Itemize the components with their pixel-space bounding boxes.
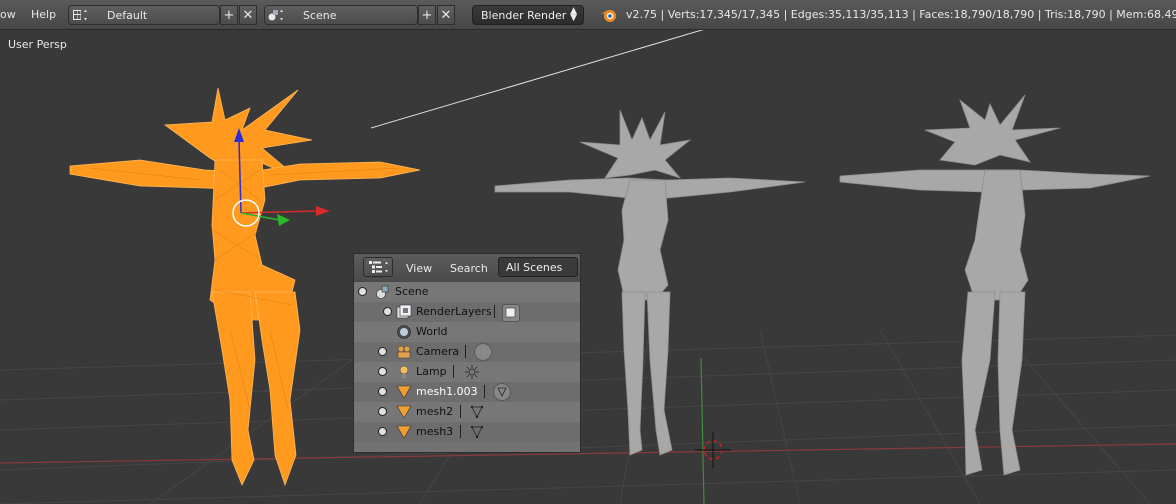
outliner-row-world[interactable]: World [354, 322, 580, 342]
outliner-item-label[interactable]: Camera [416, 345, 459, 358]
scene-icon [375, 284, 391, 300]
3d-viewport[interactable]: User Persp [0, 30, 1176, 504]
separator [484, 385, 485, 398]
camera-data-icon[interactable] [474, 343, 492, 361]
outliner-item-label[interactable]: World [416, 325, 448, 338]
add-layout-button[interactable]: + [220, 5, 238, 25]
mesh3-character[interactable] [839, 94, 1151, 476]
display-mode-selector[interactable]: All Scenes [498, 257, 578, 277]
outliner-item-label[interactable]: mesh1.003 [416, 385, 478, 398]
mesh-icon [396, 384, 412, 400]
outliner-menu-search[interactable]: Search [450, 262, 488, 275]
3d-cursor[interactable] [695, 432, 731, 468]
scene-name[interactable]: Scene [297, 9, 337, 22]
info-header: ow Help Default + ✕ Scene + ✕ Blender Re… [0, 0, 1176, 30]
menu-window[interactable]: ow [0, 8, 16, 21]
y-axis-line [700, 357, 705, 504]
separator [460, 405, 461, 418]
expand-toggle-icon[interactable] [378, 367, 387, 376]
scene-statistics: v2.75 | Verts:17,345/17,345 | Edges:35,1… [626, 8, 1176, 21]
add-scene-button[interactable]: + [418, 5, 436, 25]
layout-grid-icon [71, 6, 91, 24]
expand-toggle-icon[interactable] [378, 387, 387, 396]
updown-arrows-icon: ▲ ▼ [570, 6, 577, 23]
separator [494, 305, 495, 318]
outliner-row-mesh2[interactable]: mesh2 [354, 402, 580, 422]
outliner-menu-view[interactable]: View [406, 262, 432, 275]
outliner-header: View Search All Scenes [354, 254, 580, 283]
outliner-item-label[interactable]: mesh3 [416, 425, 453, 438]
outliner-row-camera[interactable]: Camera [354, 342, 580, 362]
outliner-row-mesh1[interactable]: mesh1.003 [354, 382, 580, 402]
display-mode-label: All Scenes [506, 261, 563, 274]
mesh-data-icon[interactable] [493, 383, 511, 401]
camera-icon [396, 344, 412, 360]
mesh-icon [396, 404, 412, 420]
remove-scene-button[interactable]: ✕ [437, 5, 455, 25]
outliner-item-label[interactable]: Lamp [416, 365, 447, 378]
scene-selector[interactable]: Scene [264, 5, 418, 25]
outliner-row-lamp[interactable]: Lamp [354, 362, 580, 382]
collapse-toggle-icon[interactable] [358, 287, 367, 296]
remove-layout-button[interactable]: ✕ [239, 5, 257, 25]
plus-icon: + [223, 7, 235, 23]
layout-selector[interactable]: Default [68, 5, 220, 25]
separator [465, 345, 466, 358]
mesh-data-icon[interactable] [469, 404, 485, 420]
close-icon: ✕ [440, 7, 452, 23]
mesh-icon [396, 424, 412, 440]
outliner-item-label[interactable]: Scene [395, 285, 429, 298]
outliner-row-mesh3[interactable]: mesh3 [354, 422, 580, 442]
expand-toggle-icon[interactable] [378, 407, 387, 416]
layout-name[interactable]: Default [101, 9, 147, 22]
view-perspective-label: User Persp [8, 38, 67, 51]
x-axis-line [0, 443, 1176, 464]
render-layer-sub-icon[interactable] [502, 304, 520, 322]
expand-toggle-icon[interactable] [378, 427, 387, 436]
world-icon [396, 324, 412, 340]
lamp-data-icon[interactable] [464, 364, 480, 380]
relationship-line [370, 30, 704, 129]
render-layers-icon [396, 304, 412, 320]
scene-icon [267, 6, 287, 24]
blender-logo-icon [600, 6, 618, 28]
render-engine-selector[interactable]: Blender Render ▲ ▼ [472, 5, 584, 25]
lamp-icon [396, 364, 412, 380]
outliner-panel: View Search All Scenes Scene RenderLayer… [353, 253, 581, 453]
editor-type-button[interactable] [363, 257, 393, 277]
outliner-row-renderlayers[interactable]: RenderLayers [354, 302, 580, 322]
outliner-item-label[interactable]: mesh2 [416, 405, 453, 418]
outliner-row-scene[interactable]: Scene [354, 282, 580, 302]
outliner-icon [368, 260, 390, 277]
viewport-canvas[interactable] [0, 30, 1176, 504]
mesh-data-icon[interactable] [469, 424, 485, 440]
menu-help[interactable]: Help [31, 8, 56, 21]
render-engine-label: Blender Render [481, 9, 567, 22]
separator [453, 365, 454, 378]
plus-icon: + [421, 7, 433, 23]
close-icon: ✕ [242, 7, 254, 23]
expand-toggle-icon[interactable] [378, 347, 387, 356]
outliner-item-label[interactable]: RenderLayers [416, 305, 492, 318]
expand-toggle-icon[interactable] [383, 307, 392, 316]
separator [460, 425, 461, 438]
